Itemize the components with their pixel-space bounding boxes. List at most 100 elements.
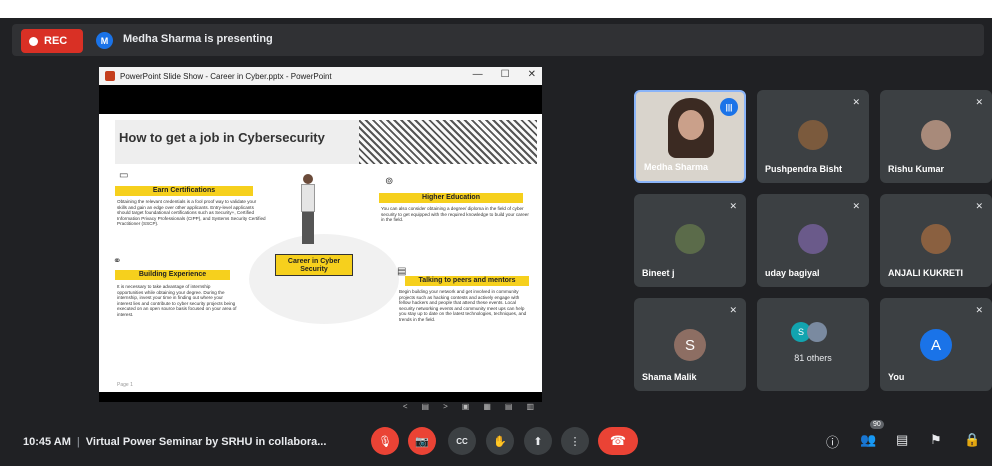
others-avatars: S bbox=[791, 322, 827, 342]
meeting-details-button[interactable]: ⓘ bbox=[826, 432, 839, 451]
participant-name: uday bagiyal bbox=[765, 268, 820, 278]
lock-icon: 🔒 bbox=[964, 432, 981, 447]
slideshow-nav: < ▤ > ▣ ▦ ▤ ▥ bbox=[403, 402, 534, 411]
section-heading-experience: Building Experience bbox=[115, 270, 230, 280]
mic-off-icon: ✕ bbox=[975, 201, 983, 211]
slideshow-view-icon[interactable]: ▥ bbox=[526, 402, 534, 411]
present-button[interactable]: ⬆ bbox=[524, 427, 552, 455]
participant-tile[interactable]: ✕ uday bagiyal bbox=[757, 194, 869, 287]
others-count: 81 others bbox=[794, 353, 832, 363]
slide-title: How to get a job in Cybersecurity bbox=[119, 130, 325, 145]
participant-tile[interactable]: ||| Medha Sharma bbox=[634, 90, 746, 183]
participant-name: Rishu Kumar bbox=[888, 164, 945, 174]
activities-icon: ⚑ bbox=[930, 432, 942, 447]
self-avatar: A bbox=[920, 329, 952, 361]
people-count-badge: 90 bbox=[870, 420, 884, 429]
section-text-experience: It is necessary to take advantage of int… bbox=[117, 284, 237, 317]
participant-name: Shama Malik bbox=[642, 372, 697, 382]
slide-sorter-icon[interactable]: ▤ bbox=[422, 402, 430, 411]
participant-tile[interactable]: ✕ Rishu Kumar bbox=[880, 90, 992, 183]
more-options-button[interactable]: ⋮ bbox=[561, 427, 589, 455]
chat-button[interactable]: ▤ bbox=[896, 432, 908, 448]
maximize-icon[interactable]: ☐ bbox=[501, 69, 510, 80]
self-tile[interactable]: ✕ A You bbox=[880, 298, 992, 391]
people-button[interactable]: 👥 bbox=[860, 432, 876, 448]
figure-head bbox=[303, 174, 313, 184]
prev-slide-icon[interactable]: < bbox=[403, 402, 408, 411]
clock: 10:45 AM bbox=[23, 436, 71, 448]
participant-name: Pushpendra Bisht bbox=[765, 164, 843, 174]
next-slide-icon[interactable]: > bbox=[443, 402, 448, 411]
center-circle bbox=[249, 234, 399, 324]
ppt-titlebar: PowerPoint Slide Show - Career in Cyber.… bbox=[99, 67, 542, 85]
section-heading-education: Higher Education bbox=[379, 193, 523, 203]
presenter-bar: REC M Medha Sharma is presenting bbox=[12, 24, 984, 56]
others-tile[interactable]: S 81 others bbox=[757, 298, 869, 391]
participant-avatar bbox=[798, 224, 828, 254]
mic-off-icon: 🎙 bbox=[378, 435, 392, 448]
slideshow-toolbar: < ▤ > ▣ ▦ ▤ ▥ bbox=[99, 402, 542, 413]
career-label: Career in Cyber Security bbox=[275, 254, 353, 276]
certificate-icon: ▭ bbox=[119, 170, 129, 181]
leave-call-button[interactable]: ☎ bbox=[598, 427, 638, 455]
camera-off-icon: 📷 bbox=[415, 435, 429, 448]
participant-tile[interactable]: ✕ S Shama Malik bbox=[634, 298, 746, 391]
mic-off-icon: ✕ bbox=[852, 201, 860, 211]
host-controls-button[interactable]: 🔒 bbox=[964, 432, 980, 448]
present-icon: ⬆ bbox=[533, 435, 543, 448]
mic-off-icon: ✕ bbox=[729, 305, 737, 315]
mic-off-icon: ✕ bbox=[852, 97, 860, 107]
participant-tile[interactable]: ✕ ANJALI KUKRETI bbox=[880, 194, 992, 287]
normal-view-icon[interactable]: ▣ bbox=[462, 402, 470, 411]
slide-header: How to get a job in Cybersecurity bbox=[115, 120, 537, 164]
meeting-info: 10:45 AM | Virtual Power Seminar by SRHU i… bbox=[23, 436, 326, 448]
recording-badge[interactable]: REC bbox=[21, 29, 83, 53]
businessman-figure bbox=[299, 174, 317, 246]
captions-button[interactable]: CC bbox=[448, 427, 476, 455]
mic-off-icon: ✕ bbox=[975, 97, 983, 107]
browser-top-strip bbox=[0, 0, 992, 18]
participant-avatar bbox=[921, 120, 951, 150]
chat-icon: ▤ bbox=[896, 432, 909, 447]
presenter-text: Medha Sharma is presenting bbox=[123, 33, 273, 45]
info-icon: ⓘ bbox=[826, 435, 840, 450]
participant-tile[interactable]: ✕ Pushpendra Bisht bbox=[757, 90, 869, 183]
more-icon: ⋮ bbox=[569, 435, 581, 448]
hangup-icon: ☎ bbox=[609, 433, 627, 448]
participant-tile[interactable]: ✕ Bineet j bbox=[634, 194, 746, 287]
speaking-indicator-icon: ||| bbox=[720, 98, 738, 116]
figure-legs bbox=[302, 212, 314, 244]
participant-avatar-photo bbox=[807, 322, 827, 342]
doodle-art bbox=[359, 120, 537, 164]
powerpoint-icon bbox=[105, 71, 115, 81]
close-icon[interactable]: ✕ bbox=[528, 69, 536, 80]
mic-off-icon: ✕ bbox=[975, 305, 983, 315]
grid-view-icon[interactable]: ▦ bbox=[483, 402, 491, 411]
figure-torso bbox=[301, 184, 315, 212]
reading-view-icon[interactable]: ▤ bbox=[505, 402, 513, 411]
separator: | bbox=[76, 436, 80, 448]
minimize-icon[interactable]: — bbox=[473, 69, 483, 80]
captions-icon: CC bbox=[456, 436, 468, 446]
participant-video bbox=[668, 98, 714, 158]
camera-toggle-button[interactable]: 📷 bbox=[408, 427, 436, 455]
people-icon: 👥 bbox=[860, 432, 877, 447]
slide: How to get a job in Cybersecurity Career… bbox=[99, 114, 542, 392]
section-text-certifications: Obtaining the relevant credentials is a … bbox=[117, 199, 266, 226]
shared-screen: PowerPoint Slide Show - Career in Cyber.… bbox=[99, 67, 542, 413]
section-text-education: You can also consider obtaining a degree… bbox=[381, 206, 529, 222]
participant-avatar bbox=[798, 120, 828, 150]
mic-toggle-button[interactable]: 🎙 bbox=[371, 427, 399, 455]
meeting-title: Virtual Power Seminar by SRHU in collabo… bbox=[85, 436, 327, 448]
participant-face bbox=[678, 110, 704, 140]
record-dot-icon bbox=[29, 36, 38, 46]
meet-window: REC M Medha Sharma is presenting PowerPo… bbox=[0, 0, 992, 466]
raise-hand-button[interactable]: ✋ bbox=[486, 427, 514, 455]
activities-button[interactable]: ⚑ bbox=[930, 432, 942, 448]
graduation-icon: ⊚ bbox=[385, 176, 394, 187]
participant-name: You bbox=[888, 372, 905, 382]
bottom-bar: 10:45 AM | Virtual Power Seminar by SRHU i… bbox=[0, 420, 992, 466]
participant-avatar bbox=[921, 224, 951, 254]
ppt-window-title: PowerPoint Slide Show - Career in Cyber.… bbox=[120, 71, 332, 81]
section-heading-mentors: Talking to peers and mentors bbox=[405, 276, 529, 286]
